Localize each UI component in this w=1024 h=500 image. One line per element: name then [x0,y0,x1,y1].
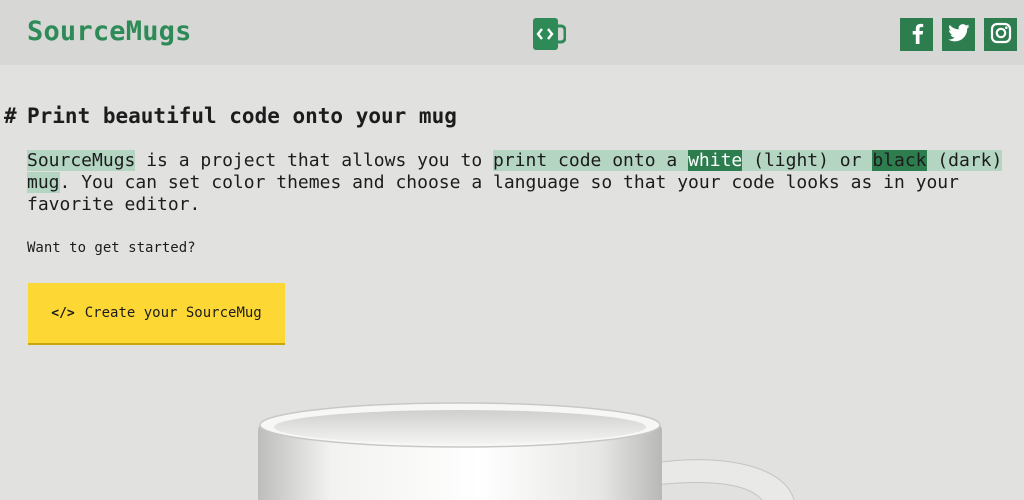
page-title: Print beautiful code onto your mug [27,104,457,128]
brand-link[interactable]: SourceMugs [27,16,192,47]
intro-brand: SourceMugs [27,150,136,171]
create-sourcemug-label: Create your SourceMug [84,305,262,321]
mug-image [250,395,810,500]
intro-text-3: (dark) [926,150,1003,171]
instagram-icon [990,22,1012,48]
instagram-link[interactable] [984,18,1017,51]
intro-mug: mug [27,172,60,193]
twitter-link[interactable] [942,18,975,51]
heading-hash: # [4,104,17,128]
create-sourcemug-button[interactable]: </> Create your SourceMug [28,283,285,345]
code-mug-logo-icon[interactable] [532,17,567,51]
site-header: SourceMugs [0,0,1024,65]
twitter-icon [947,23,970,46]
intro-paragraph: SourceMugs is a project that allows you … [27,150,1012,216]
intro-text-2: (light) or [742,150,873,171]
intro-text-4: . You can set color themes and choose a … [27,172,959,215]
white-mug-highlight: white [688,150,743,171]
intro-text-1: is a project that allows you to [135,150,493,171]
social-links [900,18,1017,51]
get-started-question: Want to get started? [27,240,196,256]
code-icon: </> [51,305,75,321]
intro-print-phrase: print code onto a [493,150,689,171]
facebook-icon [908,22,926,48]
facebook-link[interactable] [900,18,933,51]
black-mug-highlight: black [872,150,927,171]
